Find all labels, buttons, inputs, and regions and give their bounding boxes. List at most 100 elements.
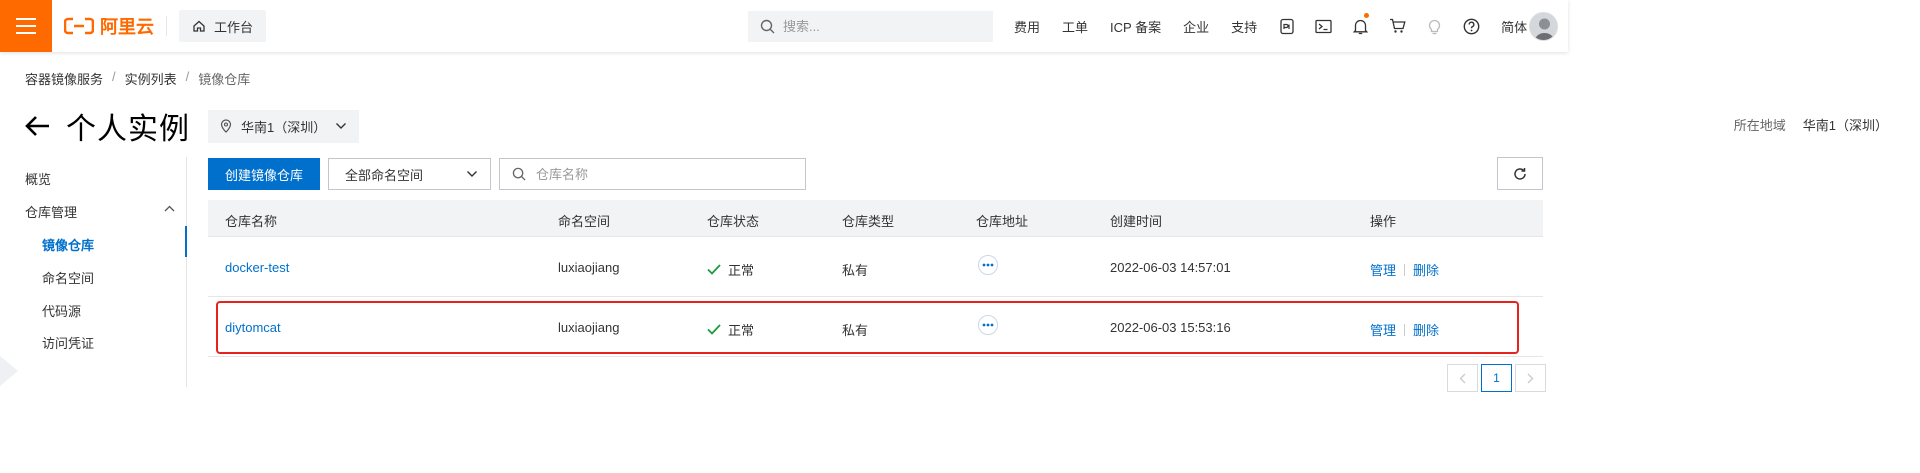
chevron-right-icon [1527, 373, 1534, 383]
pagination: 1 [1447, 364, 1546, 392]
home-icon [193, 20, 205, 32]
chevron-down-icon [336, 123, 347, 129]
current-region: 所在地域 华南1（深圳） [1734, 115, 1888, 134]
refresh-button[interactable] [1497, 157, 1543, 190]
sidebar-item-image-repo[interactable]: 镜像仓库 [42, 235, 94, 254]
divider [1404, 323, 1406, 336]
breadcrumb: 容器镜像服务 / 实例列表 / 镜像仓库 [25, 69, 250, 88]
cart-icon[interactable] [1379, 0, 1416, 52]
type-cell: 私有 [842, 323, 869, 338]
divider [1404, 263, 1406, 276]
ai-assistant-icon[interactable] [1268, 0, 1305, 52]
namespace-cell: luxiaojiang [558, 320, 620, 335]
more-icon[interactable] [978, 255, 998, 275]
back-button[interactable] [25, 113, 51, 139]
search-input[interactable] [783, 19, 963, 34]
namespace-select[interactable]: 全部命名空间 [328, 158, 492, 190]
table-row: diytomcat luxiaojiang 正常 私有 2022-06-03 1… [208, 297, 1543, 357]
arrow-left-icon [25, 116, 49, 136]
header-nav: 费用 工单 ICP 备案 企业 支持 简体 [1003, 0, 1538, 52]
prev-page-button[interactable] [1447, 364, 1478, 392]
terminal-icon[interactable] [1305, 0, 1342, 52]
region-caption: 所在地域 [1733, 118, 1786, 133]
actions-cell: 管理 删除 [1370, 320, 1439, 339]
column-header: 仓库地址 [976, 214, 1029, 229]
table-row: docker-test luxiaojiang 正常 私有 2022-06-03… [208, 237, 1543, 297]
repo-toolbar: 创建镜像仓库 全部命名空间 [208, 158, 807, 190]
column-header: 仓库状态 [707, 214, 760, 229]
refresh-icon [1514, 167, 1526, 180]
lightbulb-icon[interactable] [1416, 0, 1453, 52]
chevron-left-icon [1459, 373, 1466, 383]
location-pin-icon [220, 119, 232, 133]
search-icon [760, 19, 775, 34]
namespace-select-value: 全部命名空间 [345, 167, 424, 183]
region-label: 华南1（深圳） [241, 119, 327, 135]
manage-link[interactable]: 管理 [1370, 260, 1396, 279]
sidebar-active-indicator [185, 226, 187, 257]
column-header: 创建时间 [1110, 214, 1163, 229]
type-cell: 私有 [842, 263, 869, 278]
sidebar-item-code-source[interactable]: 代码源 [42, 301, 81, 320]
breadcrumb-item-service[interactable]: 容器镜像服务 [25, 69, 103, 88]
sidebar-item-overview[interactable]: 概览 [25, 169, 51, 188]
status-cell: 正常 [707, 320, 754, 339]
help-icon[interactable] [1453, 0, 1490, 52]
column-header: 命名空间 [558, 214, 611, 229]
column-header: 仓库名称 [225, 214, 278, 229]
breadcrumb-item-current: 镜像仓库 [198, 72, 251, 87]
status-cell: 正常 [707, 260, 754, 279]
checkmark-icon [707, 264, 721, 275]
sidebar-group-repo-management[interactable]: 仓库管理 [25, 202, 77, 221]
repo-search-input[interactable] [536, 166, 787, 182]
breadcrumb-separator: / [112, 69, 116, 84]
nav-billing[interactable]: 费用 [1003, 17, 1051, 36]
nav-ticket[interactable]: 工单 [1051, 17, 1099, 36]
checkmark-icon [707, 324, 721, 335]
actions-cell: 管理 删除 [1370, 260, 1439, 279]
brand-name: 阿里云 [100, 17, 154, 37]
notification-dot [1364, 13, 1370, 18]
collapse-handle[interactable] [0, 356, 18, 386]
manage-link[interactable]: 管理 [1370, 320, 1396, 339]
divider [166, 16, 167, 36]
chevron-up-icon[interactable] [164, 205, 175, 212]
repo-name-link[interactable]: diytomcat [225, 320, 281, 335]
nav-enterprise[interactable]: 企业 [1172, 17, 1220, 36]
column-header: 操作 [1370, 214, 1397, 229]
nav-icp[interactable]: ICP 备案 [1099, 17, 1172, 36]
created-time-cell: 2022-06-03 15:53:16 [1110, 320, 1231, 335]
workbench-label: 工作台 [214, 19, 254, 35]
avatar[interactable] [1529, 12, 1558, 41]
delete-link[interactable]: 删除 [1413, 320, 1439, 339]
page-header: 个人实例 华南1（深圳） [25, 104, 360, 148]
status-text: 正常 [728, 323, 755, 338]
aliyun-logo[interactable]: 阿里云 [64, 13, 154, 39]
table-header: 仓库名称 命名空间 仓库状态 仓库类型 仓库地址 创建时间 操作 [208, 200, 1543, 237]
breadcrumb-separator: / [185, 69, 190, 84]
search-icon [512, 167, 526, 181]
hamburger-icon [16, 18, 36, 34]
create-repo-button[interactable]: 创建镜像仓库 [208, 158, 321, 190]
global-search[interactable] [748, 11, 993, 42]
repo-search[interactable] [499, 158, 807, 190]
chevron-down-icon [467, 171, 478, 177]
region-selector[interactable]: 华南1（深圳） [208, 109, 360, 143]
bell-icon[interactable] [1342, 0, 1379, 52]
region-value: 华南1（深圳） [1802, 118, 1888, 133]
sidebar-item-namespace[interactable]: 命名空间 [42, 268, 94, 287]
next-page-button[interactable] [1515, 364, 1546, 392]
namespace-cell: luxiaojiang [558, 260, 620, 275]
breadcrumb-item-instances[interactable]: 实例列表 [125, 69, 177, 88]
page-number[interactable]: 1 [1481, 364, 1512, 392]
delete-link[interactable]: 删除 [1413, 260, 1439, 279]
workbench-button[interactable]: 工作台 [179, 10, 267, 42]
menu-button[interactable] [0, 0, 52, 52]
sidebar: 概览 仓库管理 镜像仓库 命名空间 代码源 访问凭证 [0, 157, 187, 387]
status-text: 正常 [728, 263, 755, 278]
more-icon[interactable] [978, 315, 998, 335]
sidebar-item-credentials[interactable]: 访问凭证 [42, 333, 94, 352]
repo-name-link[interactable]: docker-test [225, 260, 289, 275]
aliyun-logo-icon [64, 17, 94, 35]
nav-support[interactable]: 支持 [1220, 17, 1268, 36]
